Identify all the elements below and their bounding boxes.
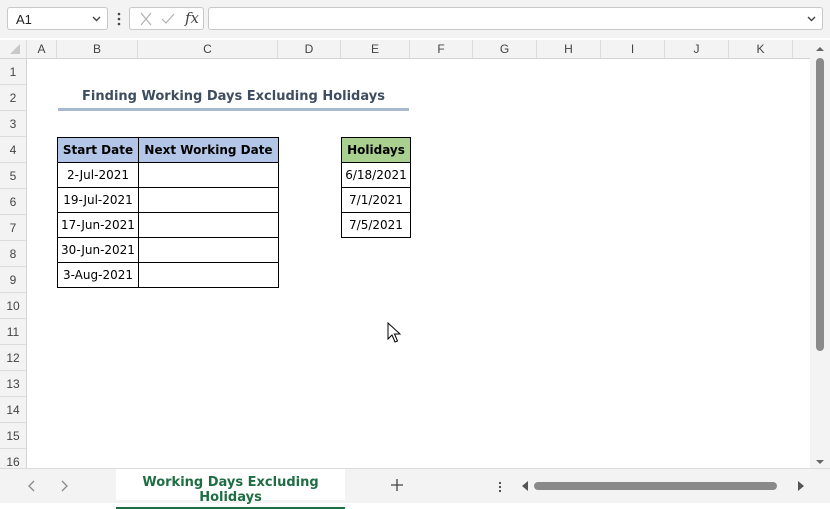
fx-icon[interactable]: fx [185, 9, 199, 27]
table-row: 2-Jul-2021 [57, 162, 279, 188]
table-row: 7/1/2021 [341, 187, 411, 213]
header-next-working-date[interactable]: Next Working Date [138, 137, 279, 163]
holiday-cell[interactable]: 6/18/2021 [341, 162, 411, 188]
row-header[interactable]: 2 [0, 85, 26, 111]
row-header[interactable]: 12 [0, 345, 26, 371]
column-header[interactable]: B [57, 40, 138, 58]
tab-label: Working Days Excluding Holidays [116, 475, 345, 509]
column-header[interactable]: H [537, 40, 601, 58]
row-header[interactable]: 1 [0, 59, 26, 85]
table-row: 19-Jul-2021 [57, 187, 279, 213]
holiday-cell[interactable]: 7/1/2021 [341, 187, 411, 213]
more-vertical-icon[interactable] [115, 10, 123, 28]
column-header[interactable]: D [278, 40, 341, 58]
row-header[interactable]: 16 [0, 449, 26, 468]
column-header-bar: A B C D E F G H I J K [0, 40, 810, 59]
row-header[interactable]: 11 [0, 319, 26, 345]
header-start-date[interactable]: Start Date [57, 137, 139, 163]
select-all-triangle[interactable] [10, 44, 20, 54]
chevron-left-icon[interactable] [26, 480, 38, 492]
next-working-date-cell[interactable] [138, 262, 279, 288]
chevron-down-icon[interactable] [90, 12, 103, 25]
table-row: 6/18/2021 [341, 162, 411, 188]
header-holidays[interactable]: Holidays [341, 137, 411, 163]
row-header[interactable]: 7 [0, 215, 26, 241]
row-header[interactable]: 9 [0, 267, 26, 293]
tab-active-sheet[interactable]: Working Days Excluding Holidays [116, 469, 345, 509]
row-header[interactable]: 8 [0, 241, 26, 267]
cancel-icon[interactable] [138, 12, 154, 26]
formula-input[interactable] [208, 7, 823, 30]
formula-bar-area: A1 fx [0, 0, 830, 38]
scroll-left-icon[interactable] [520, 480, 530, 492]
name-box[interactable]: A1 [7, 7, 108, 30]
row-header[interactable]: 3 [0, 111, 26, 137]
table-row: 30-Jun-2021 [57, 237, 279, 263]
row-header[interactable]: 5 [0, 163, 26, 189]
start-date-table: Start Date Next Working Date 2-Jul-2021 … [57, 137, 279, 288]
row-header[interactable]: 6 [0, 189, 26, 215]
column-header[interactable]: G [473, 40, 537, 58]
table-row: 3-Aug-2021 [57, 262, 279, 288]
next-working-date-cell[interactable] [138, 237, 279, 263]
row-header[interactable]: 4 [0, 137, 26, 163]
row-header[interactable]: 15 [0, 423, 26, 449]
column-header[interactable]: J [665, 40, 729, 58]
table-row: 7/5/2021 [341, 212, 411, 238]
row-header[interactable]: 10 [0, 293, 26, 319]
formula-actions: fx [129, 7, 204, 30]
vertical-scroll-thumb[interactable] [816, 58, 824, 351]
title-underline [58, 108, 409, 111]
start-date-cell[interactable]: 2-Jul-2021 [57, 162, 139, 188]
scroll-up-icon[interactable] [815, 44, 825, 54]
horizontal-scroll-thumb[interactable] [534, 482, 777, 490]
start-date-cell[interactable]: 3-Aug-2021 [57, 262, 139, 288]
row-header[interactable]: 13 [0, 371, 26, 397]
name-box-value: A1 [16, 12, 32, 27]
scroll-right-icon[interactable] [796, 480, 806, 492]
check-icon[interactable] [160, 12, 176, 26]
column-header[interactable]: F [410, 40, 473, 58]
start-date-cell[interactable]: 19-Jul-2021 [57, 187, 139, 213]
holiday-cell[interactable]: 7/5/2021 [341, 212, 411, 238]
sheet-tab-bar: Working Days Excluding Holidays [0, 468, 830, 509]
column-header[interactable]: I [601, 40, 665, 58]
chevron-right-icon[interactable] [58, 480, 70, 492]
sheet-title[interactable]: Finding Working Days Excluding Holidays [58, 87, 409, 107]
start-date-cell[interactable]: 17-Jun-2021 [57, 212, 139, 238]
scroll-down-icon[interactable] [815, 457, 825, 467]
more-vertical-icon[interactable] [498, 481, 502, 493]
column-header[interactable]: E [341, 40, 410, 58]
mouse-pointer-icon [387, 322, 401, 343]
holidays-table: Holidays 6/18/2021 7/1/2021 7/5/2021 [341, 137, 411, 238]
next-working-date-cell[interactable] [138, 162, 279, 188]
start-date-cell[interactable]: 30-Jun-2021 [57, 237, 139, 263]
table-row: 17-Jun-2021 [57, 212, 279, 238]
column-header[interactable]: A [27, 40, 57, 58]
plus-icon[interactable] [389, 477, 405, 493]
next-working-date-cell[interactable] [138, 187, 279, 213]
column-header[interactable]: K [729, 40, 793, 58]
row-header-bar: 1 2 3 4 5 6 7 8 9 10 11 12 13 14 15 16 [0, 59, 27, 468]
row-header[interactable]: 14 [0, 397, 26, 423]
column-header[interactable]: C [138, 40, 278, 58]
chevron-down-icon[interactable] [805, 12, 818, 25]
next-working-date-cell[interactable] [138, 212, 279, 238]
